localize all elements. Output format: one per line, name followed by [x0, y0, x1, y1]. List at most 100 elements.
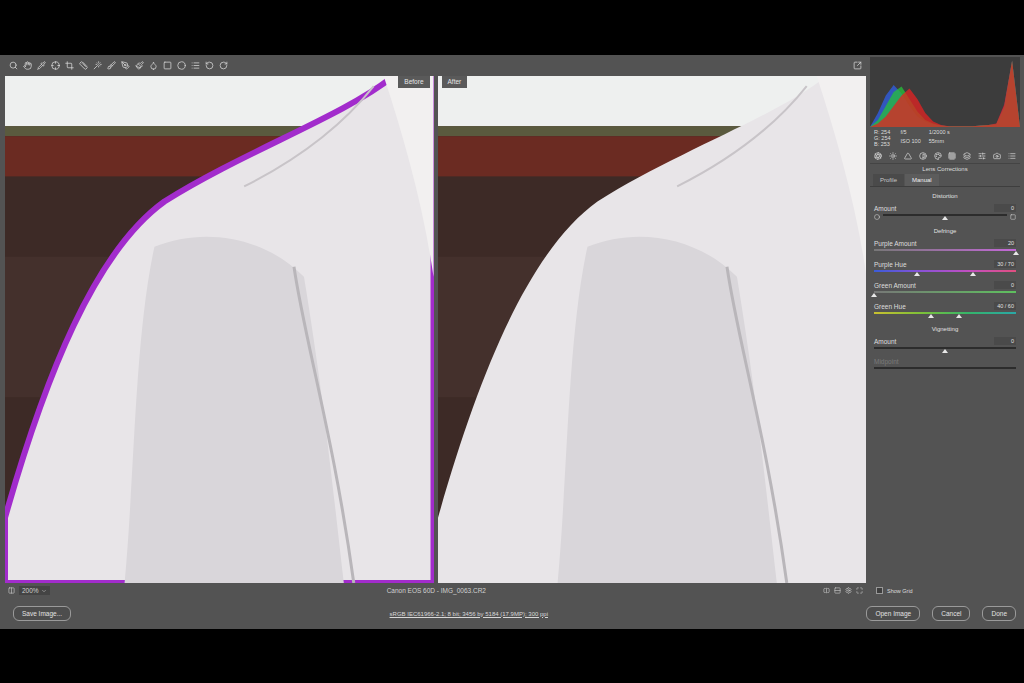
tool-icon[interactable] — [79, 61, 88, 70]
rgb-value: G: 254 — [874, 135, 891, 141]
slider-thumb[interactable] — [942, 349, 948, 353]
toggle-icon[interactable] — [856, 587, 863, 594]
footer-button[interactable]: Done — [982, 606, 1016, 621]
tool-icon[interactable] — [149, 61, 158, 70]
section-title: Distortion — [874, 193, 1016, 199]
slider-label: Green Hue — [874, 303, 906, 310]
slider-row: Amount 0 — [874, 204, 1016, 220]
slider-thumb[interactable] — [914, 272, 920, 276]
tool-icon[interactable] — [135, 61, 144, 70]
camera-info: ISO 100 — [901, 138, 921, 147]
preview-pane: Before — [5, 76, 434, 583]
panel-section: VignettingAmount0Midpoint — [870, 320, 1020, 375]
slider-row: Green Hue 40 / 60 — [874, 302, 1016, 318]
readout: R: 254G: 254B: 253f/51/2000 sISO 10055mm — [870, 127, 1020, 149]
slider-thumb[interactable] — [1013, 251, 1019, 255]
tool-icon[interactable] — [23, 61, 32, 70]
camera-info: 55mm — [929, 138, 950, 147]
slider-track[interactable] — [883, 214, 1007, 216]
tool-icon[interactable] — [191, 61, 200, 70]
save-button[interactable]: Save Image... — [13, 606, 71, 621]
checkbox[interactable] — [876, 587, 883, 594]
histogram-series — [870, 61, 1020, 128]
slider-value[interactable]: 0 — [994, 204, 1016, 212]
panel-tab-icon[interactable] — [948, 152, 956, 160]
tool-icon[interactable] — [205, 61, 214, 70]
panel-tab-icon[interactable] — [978, 152, 986, 160]
panel-tab-icon[interactable] — [934, 152, 942, 160]
panel-tab-icon[interactable] — [904, 152, 912, 160]
camera-info: f/5 — [901, 129, 921, 138]
photo — [438, 76, 867, 583]
letterbox-top — [0, 0, 1024, 55]
before-after-icon[interactable] — [823, 587, 830, 594]
tab[interactable]: Profile — [873, 174, 904, 186]
show-grid[interactable]: Show Grid — [870, 587, 1020, 598]
slider-track[interactable] — [874, 347, 1016, 349]
panel-section: DefringePurple Amount20Purple Hue30 / 70… — [870, 222, 1020, 320]
slider-value[interactable]: 0 — [994, 281, 1016, 289]
slider-track[interactable] — [874, 249, 1016, 251]
slider-label: Purple Amount — [874, 240, 917, 247]
slider-row: Purple Hue 30 / 70 — [874, 260, 1016, 276]
histogram — [870, 57, 1020, 127]
tool-icon[interactable] — [65, 61, 74, 70]
letterbox-bottom — [0, 629, 1024, 683]
workflow-link[interactable]: sRGB IEC61966-2.1; 8 bit; 3456 by 5184 (… — [79, 611, 858, 617]
slider-thumb[interactable] — [871, 293, 877, 297]
tool-icon[interactable] — [37, 61, 46, 70]
rgb-value: R: 254 — [874, 129, 891, 135]
tool-icon[interactable] — [219, 61, 228, 70]
toolbar — [5, 55, 866, 76]
zoom-select[interactable]: 200% — [19, 586, 50, 595]
settings-icon[interactable] — [845, 587, 852, 594]
slider-thumb[interactable] — [928, 314, 934, 318]
swap-icon[interactable] — [834, 587, 841, 594]
preview-pane: After — [438, 76, 867, 583]
preview-area: Before After — [5, 76, 866, 583]
slider-label: Purple Hue — [874, 261, 907, 268]
slider-thumb[interactable] — [970, 272, 976, 276]
camera-info: 1/2000 s — [929, 129, 950, 138]
slider-label: Green Amount — [874, 282, 916, 289]
slider-value[interactable]: 40 / 60 — [994, 302, 1016, 310]
slider-row: Amount 0 — [874, 337, 1016, 353]
slider-value[interactable]: 20 — [994, 239, 1016, 247]
slider-thumb[interactable] — [956, 314, 962, 318]
panel-icons — [870, 149, 1020, 164]
panel-tab-icon[interactable] — [1008, 152, 1016, 160]
slider-label: Amount — [874, 338, 896, 345]
preview-label: Before — [398, 76, 429, 88]
slider-track[interactable] — [874, 312, 1016, 314]
view-icon[interactable] — [8, 587, 15, 594]
fullscreen-icon[interactable] — [853, 61, 862, 70]
tool-icon[interactable] — [177, 61, 186, 70]
preview-label: After — [442, 76, 468, 88]
slider-label: Amount — [874, 205, 896, 212]
tool-icon[interactable] — [121, 61, 130, 70]
barrel-icon — [874, 214, 880, 220]
panel-tab-icon[interactable] — [889, 152, 897, 160]
panel-tab-icon[interactable] — [874, 152, 882, 160]
panel-tab-icon[interactable] — [993, 152, 1001, 160]
footer-button[interactable]: Cancel — [932, 606, 970, 621]
tool-icon[interactable] — [93, 61, 102, 70]
slider-value[interactable]: 0 — [994, 337, 1016, 345]
panel-tab-icon[interactable] — [963, 152, 971, 160]
slider-track[interactable] — [874, 291, 1016, 293]
camera-raw-window: Before After 200% Canon EOS 60D - IMG_0063.… — [0, 55, 1024, 629]
slider-value[interactable]: 30 / 70 — [994, 260, 1016, 268]
file-name: Canon EOS 60D - IMG_0063.CR2 — [54, 587, 819, 594]
chevron-icon — [41, 588, 47, 594]
tool-icon[interactable] — [9, 61, 18, 70]
panel-tab-icon[interactable] — [919, 152, 927, 160]
slider-thumb[interactable] — [942, 216, 948, 220]
slider-track[interactable] — [874, 270, 1016, 272]
tool-icon[interactable] — [51, 61, 60, 70]
tab[interactable]: Manual — [905, 174, 939, 186]
footer-button[interactable]: Open Image — [866, 606, 920, 621]
footer: Save Image... sRGB IEC61966-2.1; 8 bit; 3… — [5, 598, 1020, 629]
tool-icon[interactable] — [107, 61, 116, 70]
tool-icon[interactable] — [163, 61, 172, 70]
slider-row: Midpoint — [874, 358, 1016, 373]
